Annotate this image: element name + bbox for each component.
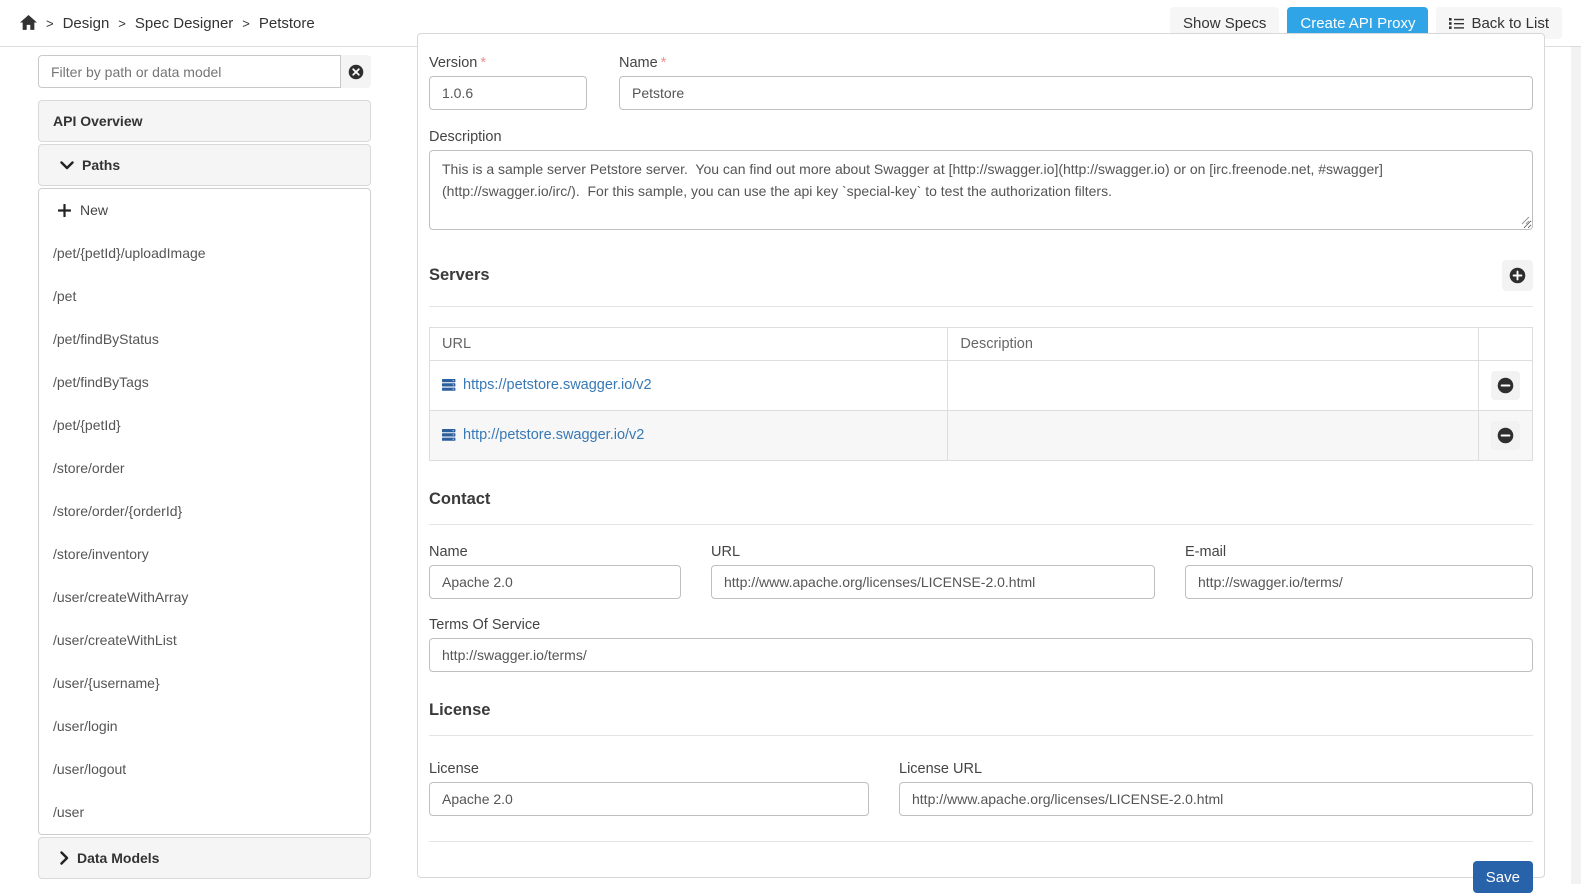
server-icon [442, 429, 456, 441]
sidebar-path-item[interactable]: /user/createWithArray [39, 576, 370, 619]
server-description-cell [948, 411, 1479, 461]
sidebar-section-paths[interactable]: Paths [38, 144, 371, 186]
name-field[interactable] [619, 76, 1533, 110]
terms-of-service-field[interactable] [429, 638, 1533, 672]
new-path-button[interactable]: New [39, 189, 370, 232]
sidebar-path-item[interactable]: /pet/findByTags [39, 361, 370, 404]
contact-heading: Contact [429, 490, 1533, 509]
breadcrumb-separator: > [242, 16, 250, 31]
required-asterisk: * [480, 55, 486, 71]
servers-table-header-row: URL Description [430, 328, 1533, 361]
home-icon[interactable] [20, 15, 37, 31]
sidebar-path-item[interactable]: /pet/findByStatus [39, 318, 370, 361]
sidebar-path-item[interactable]: /pet [39, 275, 370, 318]
footer-divider [429, 841, 1533, 842]
contact-url-field[interactable] [711, 565, 1155, 599]
breadcrumb-separator: > [118, 16, 126, 31]
name-label: Name* [619, 55, 1533, 71]
license-divider [429, 735, 1533, 736]
breadcrumb: > Design > Spec Designer > Petstore [0, 15, 315, 32]
actions-column-header [1479, 328, 1533, 361]
add-server-button[interactable] [1502, 260, 1533, 291]
minus-circle-icon [1497, 427, 1514, 444]
license-url-field[interactable] [899, 782, 1533, 816]
filter-clear-button[interactable] [341, 55, 371, 88]
license-heading: License [429, 701, 1533, 720]
remove-server-button[interactable] [1491, 371, 1520, 400]
sidebar-path-item[interactable]: /pet/{petId} [39, 404, 370, 447]
server-description-cell [948, 361, 1479, 411]
contact-url-label: URL [711, 544, 1155, 560]
license-name-field[interactable] [429, 782, 869, 816]
server-row: https://petstore.swagger.io/v2 [430, 361, 1533, 411]
description-column-header: Description [948, 328, 1479, 361]
breadcrumb-spec-designer[interactable]: Spec Designer [135, 15, 233, 32]
sidebar-path-item[interactable]: /user/createWithList [39, 619, 370, 662]
version-field[interactable] [429, 76, 587, 110]
breadcrumb-design[interactable]: Design [63, 15, 110, 32]
server-url-link[interactable]: https://petstore.swagger.io/v2 [442, 377, 652, 393]
server-url-text: https://petstore.swagger.io/v2 [463, 377, 652, 393]
version-label: Version* [429, 55, 587, 71]
vertical-scrollbar[interactable] [1571, 47, 1581, 884]
contact-divider [429, 524, 1533, 525]
breadcrumb-separator: > [46, 16, 54, 31]
sidebar-path-item[interactable]: /store/inventory [39, 533, 370, 576]
server-url-text: http://petstore.swagger.io/v2 [463, 427, 644, 443]
servers-heading: Servers [429, 266, 490, 285]
sidebar-item-api-overview[interactable]: API Overview [38, 100, 371, 142]
server-icon [442, 379, 456, 391]
contact-name-label: Name [429, 544, 681, 560]
sidebar-section-data-models[interactable]: Data Models [38, 837, 371, 879]
back-to-list-label: Back to List [1471, 15, 1549, 32]
footer-row: Save [429, 861, 1533, 893]
filter-row [38, 55, 371, 88]
save-button[interactable]: Save [1473, 861, 1533, 893]
license-url-label: License URL [899, 761, 1533, 777]
plus-circle-icon [1509, 267, 1526, 284]
sidebar-path-item[interactable]: /user/{username} [39, 662, 370, 705]
contact-email-label: E-mail [1185, 544, 1533, 560]
data-models-label: Data Models [77, 850, 159, 866]
server-url-link[interactable]: http://petstore.swagger.io/v2 [442, 427, 644, 443]
breadcrumb-petstore: Petstore [259, 15, 315, 32]
sidebar: API Overview Paths New /pet/{petId}/uplo… [38, 55, 371, 881]
sidebar-path-item[interactable]: /user [39, 791, 370, 834]
sidebar-path-item[interactable]: /pet/{petId}/uploadImage [39, 232, 370, 275]
url-column-header: URL [430, 328, 948, 361]
contact-email-field[interactable] [1185, 565, 1533, 599]
clear-circle-icon [348, 64, 364, 80]
chevron-down-icon [60, 161, 74, 170]
path-list: New /pet/{petId}/uploadImage /pet /pet/f… [38, 188, 371, 835]
servers-divider [429, 306, 1533, 307]
description-block: Description This is a sample server Pets… [429, 129, 1533, 233]
sidebar-path-item[interactable]: /store/order/{orderId} [39, 490, 370, 533]
required-asterisk: * [661, 55, 667, 71]
filter-input[interactable] [38, 55, 341, 88]
plus-icon [58, 204, 71, 217]
paths-label: Paths [82, 157, 120, 173]
description-label: Description [429, 129, 1533, 145]
minus-circle-icon [1497, 377, 1514, 394]
remove-server-button[interactable] [1491, 421, 1520, 450]
spec-overview-form: Version* Name* Description This is a sam… [417, 33, 1545, 878]
version-name-row: Version* Name* [429, 55, 1533, 110]
server-row: http://petstore.swagger.io/v2 [430, 411, 1533, 461]
servers-table: URL Description [429, 327, 1533, 461]
sidebar-path-item[interactable]: /store/order [39, 447, 370, 490]
license-name-label: License [429, 761, 869, 777]
servers-section: Servers URL Description [429, 260, 1533, 461]
sidebar-path-item[interactable]: /user/login [39, 705, 370, 748]
new-path-label: New [80, 201, 108, 220]
license-section: License License License URL [429, 701, 1533, 816]
sidebar-path-item[interactable]: /user/logout [39, 748, 370, 791]
contact-section: Contact Name URL E-mail Terms Of Service [429, 490, 1533, 672]
chevron-right-icon [60, 851, 69, 865]
description-field[interactable]: This is a sample server Petstore server.… [429, 150, 1533, 230]
terms-of-service-label: Terms Of Service [429, 617, 1533, 633]
list-icon [1449, 17, 1464, 30]
api-overview-label: API Overview [53, 113, 143, 129]
contact-name-field[interactable] [429, 565, 681, 599]
